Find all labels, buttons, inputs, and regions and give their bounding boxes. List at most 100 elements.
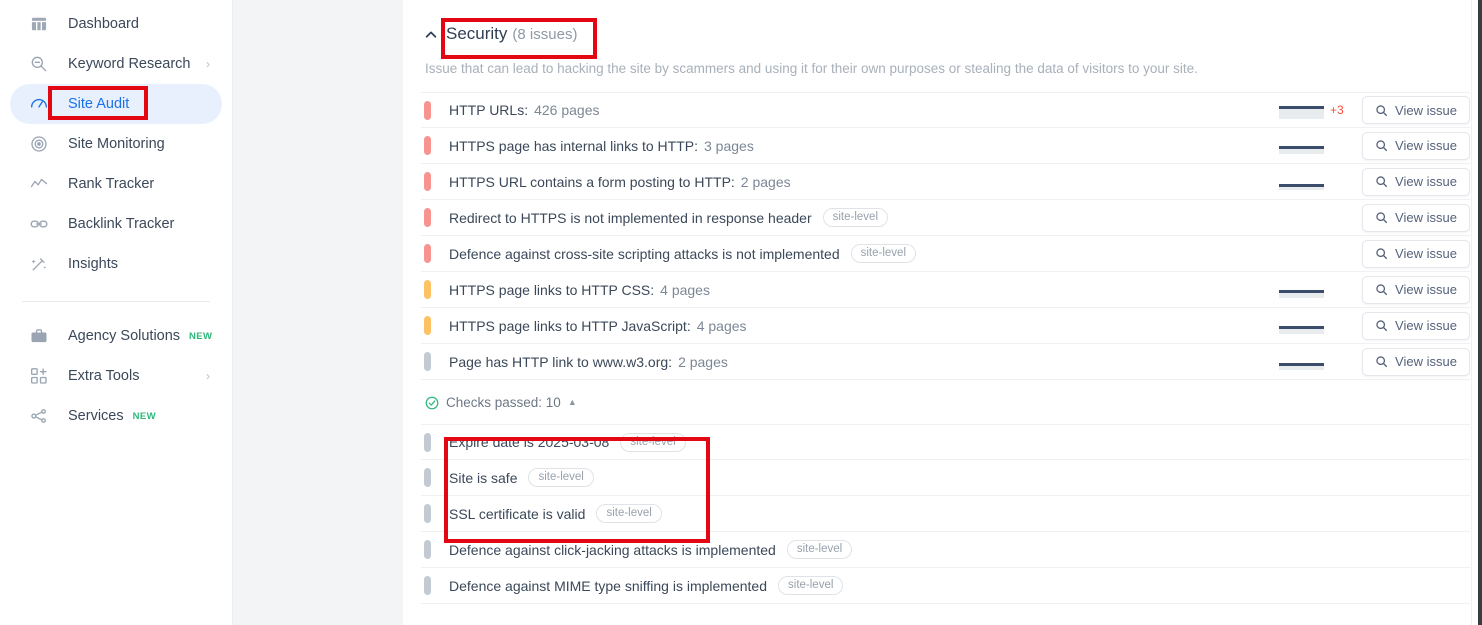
issue-label: HTTPS URL contains a form posting to HTT…: [449, 173, 735, 190]
severity-indicator: [424, 316, 431, 335]
search-icon: [1376, 284, 1388, 296]
sidebar-item-extra-tools[interactable]: Extra Tools ›: [10, 356, 222, 396]
sidebar-item-insights[interactable]: Insights: [10, 244, 222, 284]
severity-indicator: [424, 208, 431, 227]
checks-passed-toggle[interactable]: Checks passed: 10 ▲: [425, 395, 1470, 410]
severity-indicator: [424, 244, 431, 263]
sidebar-item-backlink-tracker[interactable]: Backlink Tracker: [10, 204, 222, 244]
sidebar-item-site-monitoring[interactable]: Site Monitoring: [10, 124, 222, 164]
trend-sparkline: [1279, 317, 1324, 334]
passed-check-row[interactable]: Site is safe site-level: [421, 460, 1470, 496]
chevron-right-icon[interactable]: ›: [206, 58, 210, 70]
view-issue-button[interactable]: View issue: [1362, 311, 1470, 340]
sidebar-secondary-nav: Agency Solutions NEW Extra Tools › Services N…: [0, 316, 232, 436]
passed-check-label: SSL certificate is valid: [449, 505, 586, 522]
issue-label: HTTPS page links to HTTP JavaScript:: [449, 317, 691, 334]
trend-sparkline: [1279, 209, 1324, 226]
security-section-header[interactable]: Security (8 issues): [421, 0, 1470, 44]
passed-check-row[interactable]: SSL certificate is valid site-level: [421, 496, 1470, 532]
view-issue-button[interactable]: View issue: [1362, 239, 1470, 268]
trend-sparkline: [1279, 102, 1324, 119]
issue-label: Defence against cross-site scripting att…: [449, 245, 840, 262]
severity-indicator: [424, 540, 431, 559]
sidebar-item-services[interactable]: Services NEW: [10, 396, 222, 436]
sidebar-item-dashboard[interactable]: Dashboard: [10, 4, 222, 44]
sidebar-item-label: Backlink Tracker: [68, 216, 175, 232]
severity-indicator: [424, 172, 431, 191]
view-issue-button[interactable]: View issue: [1362, 203, 1470, 232]
page-title: Security: [446, 24, 508, 43]
sidebar-item-keyword-research[interactable]: Keyword Research ›: [10, 44, 222, 84]
checks-passed-label: Checks passed: 10: [446, 395, 561, 410]
view-issue-label: View issue: [1395, 210, 1457, 225]
scope-badge: site-level: [786, 540, 853, 559]
chevron-up-small-icon[interactable]: ▲: [568, 398, 577, 407]
view-issue-button[interactable]: View issue: [1362, 96, 1470, 124]
issue-row[interactable]: Defence against cross-site scripting att…: [421, 236, 1470, 272]
issue-page-count: 4 pages: [660, 281, 710, 298]
issue-row[interactable]: Page has HTTP link to www.w3.org: 2 pages…: [421, 344, 1470, 380]
passed-check-row[interactable]: Defence against MIME type sniffing is im…: [421, 568, 1470, 604]
sidebar-divider: [22, 301, 210, 302]
issue-row[interactable]: HTTPS URL contains a form posting to HTT…: [421, 164, 1470, 200]
issue-row[interactable]: HTTPS page has internal links to HTTP: 3 …: [421, 128, 1470, 164]
passed-check-label: Site is safe: [449, 469, 518, 486]
view-issue-button[interactable]: View issue: [1362, 131, 1470, 160]
view-issue-button[interactable]: View issue: [1362, 167, 1470, 196]
trend-sparkline: [1279, 245, 1324, 262]
passed-check-label: Defence against MIME type sniffing is im…: [449, 577, 768, 594]
issue-list: HTTP URLs: 426 pages +3 View issue HTTPS pag…: [421, 92, 1470, 380]
sidebar-item-label: Rank Tracker: [68, 176, 155, 192]
chevron-right-icon[interactable]: ›: [206, 370, 210, 382]
row-actions: View issue: [1279, 131, 1470, 160]
trend-delta: +3: [1330, 103, 1344, 117]
check-circle-icon: [425, 396, 439, 410]
app-root: Dashboard Keyword Research › Site Audit Site…: [0, 0, 1482, 625]
view-issue-label: View issue: [1395, 174, 1457, 189]
row-actions: View issue: [1279, 239, 1470, 268]
sidebar-item-label: Keyword Research: [68, 56, 191, 72]
extra-tools-icon: [28, 365, 50, 387]
issue-row[interactable]: HTTPS page links to HTTP CSS: 4 pages View…: [421, 272, 1470, 308]
row-actions: View issue: [1279, 275, 1470, 304]
main-content: Security (8 issues) Issue that can lead …: [403, 0, 1482, 625]
issue-row[interactable]: HTTPS page links to HTTP JavaScript: 4 pa…: [421, 308, 1470, 344]
rank-tracker-icon: [28, 173, 50, 195]
search-icon: [1376, 140, 1388, 152]
passed-check-row[interactable]: Expire date is 2025-03-08 site-level: [421, 424, 1470, 460]
row-actions: +3 View issue: [1279, 96, 1470, 124]
sidebar-item-label: Agency Solutions: [68, 328, 181, 344]
sidebar-item-site-audit[interactable]: Site Audit: [10, 84, 222, 124]
row-actions: View issue: [1279, 203, 1470, 232]
trend-sparkline: [1279, 173, 1324, 190]
issue-row[interactable]: Redirect to HTTPS is not implemented in …: [421, 200, 1470, 236]
chevron-up-icon[interactable]: [424, 28, 438, 42]
view-issue-button[interactable]: View issue: [1362, 275, 1470, 304]
dashboard-icon: [28, 13, 50, 35]
issue-label: HTTPS page has internal links to HTTP:: [449, 137, 698, 154]
sidebar-item-agency-solutions[interactable]: Agency Solutions NEW: [10, 316, 222, 356]
issue-row[interactable]: HTTP URLs: 426 pages +3 View issue: [421, 92, 1470, 128]
sidebar-item-label: Services: [68, 408, 124, 424]
issue-label: HTTPS page links to HTTP CSS:: [449, 281, 655, 298]
view-issue-label: View issue: [1395, 246, 1457, 261]
issue-page-count: 3 pages: [704, 137, 754, 154]
section-description: Issue that can lead to hacking the site …: [425, 61, 1198, 76]
window-right-edge: [1471, 0, 1482, 625]
sidebar-item-label: Site Monitoring: [68, 136, 165, 152]
passed-check-row[interactable]: Defence against click-jacking attacks is…: [421, 532, 1470, 568]
sidebar-primary-nav: Dashboard Keyword Research › Site Audit Site…: [0, 4, 232, 284]
row-actions: View issue: [1279, 311, 1470, 340]
view-issue-button[interactable]: View issue: [1362, 347, 1470, 376]
search-icon: [1376, 356, 1388, 368]
row-actions: View issue: [1279, 347, 1470, 376]
sidebar-item-label: Dashboard: [68, 16, 139, 32]
scope-badge: site-level: [778, 576, 844, 595]
issue-label: HTTP URLs:: [449, 102, 529, 118]
sidebar-item-rank-tracker[interactable]: Rank Tracker: [10, 164, 222, 204]
issue-page-count: 4 pages: [696, 317, 747, 334]
content-gutter: [233, 0, 403, 625]
view-issue-label: View issue: [1395, 318, 1457, 333]
severity-indicator: [424, 504, 431, 523]
scrollbar-track[interactable]: [1478, 0, 1482, 625]
